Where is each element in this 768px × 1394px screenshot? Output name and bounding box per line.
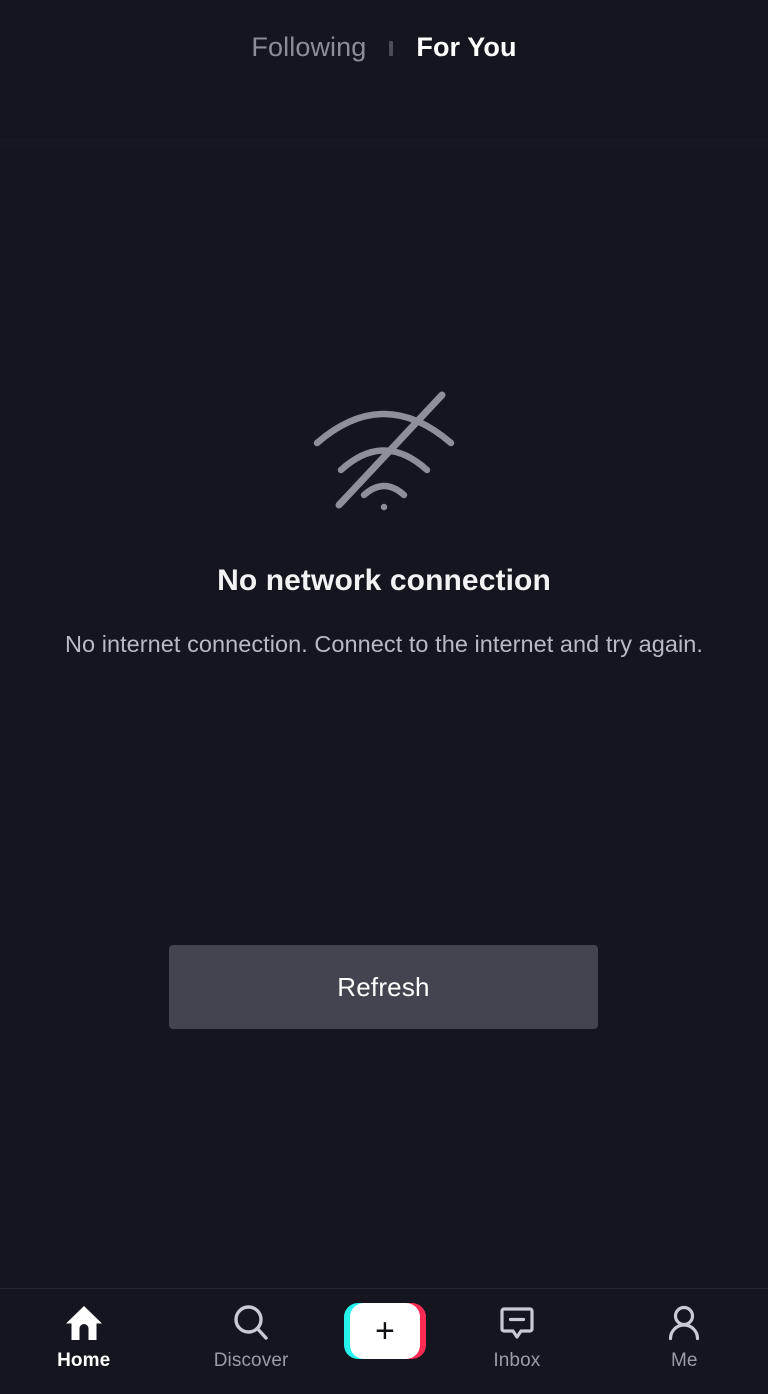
tab-separator (389, 40, 394, 56)
plus-icon: + (375, 1312, 395, 1350)
nav-label-me: Me (670, 1350, 698, 1371)
wifi-off-icon (313, 391, 455, 511)
no-network-empty-state: No network connection No internet connec… (0, 385, 768, 663)
nav-label-inbox: Inbox (493, 1350, 541, 1371)
empty-state-title: No network connection (217, 564, 551, 597)
home-icon (64, 1302, 104, 1344)
empty-state-description: No internet connection. Connect to the i… (64, 631, 703, 657)
nav-item-discover[interactable]: Discover (175, 1302, 328, 1370)
nav-item-home[interactable]: Home (7, 1302, 160, 1370)
search-icon (231, 1302, 271, 1344)
nav-item-inbox[interactable]: Inbox (440, 1302, 593, 1370)
inbox-icon (497, 1302, 537, 1344)
nav-item-me[interactable]: Me (608, 1302, 761, 1370)
nav-label-discover: Discover (213, 1350, 289, 1371)
feed-tab-header: Following For You (0, 0, 768, 94)
create-post-button[interactable]: + (342, 1302, 426, 1360)
nav-label-home: Home (57, 1350, 111, 1371)
bottom-navigation-bar: Home Discover + Inbox Me (0, 1288, 768, 1394)
app-screen: Following For You No network connection … (0, 0, 768, 1394)
tab-following[interactable]: Following (249, 30, 368, 65)
header-gradient-band (0, 138, 768, 152)
refresh-button[interactable]: Refresh (169, 945, 598, 1029)
tab-for-you[interactable]: For You (414, 30, 518, 65)
person-icon (664, 1302, 704, 1344)
